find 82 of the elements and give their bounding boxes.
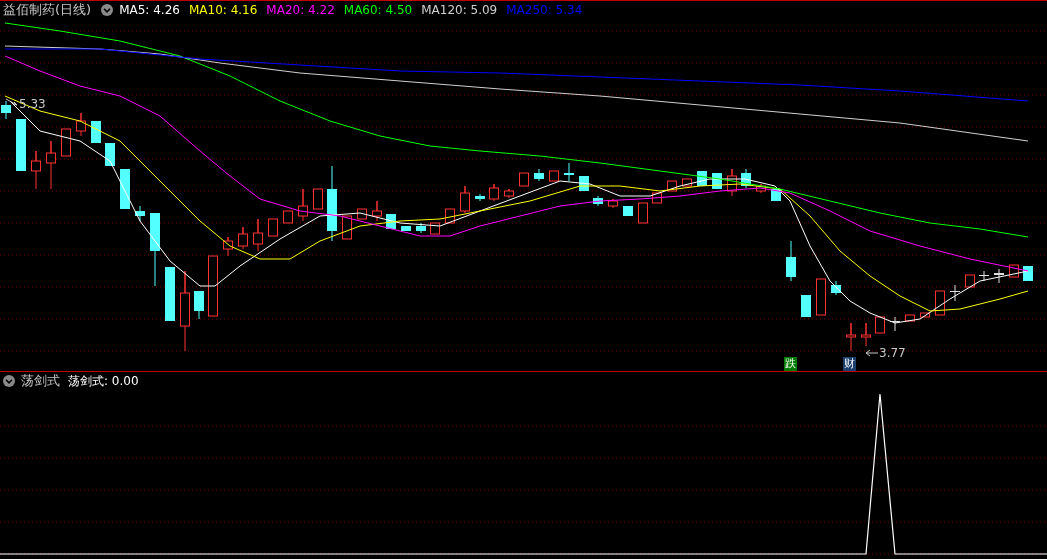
candlestick <box>298 188 308 222</box>
candlestick <box>861 322 871 347</box>
candlestick <box>950 284 960 302</box>
candlestick <box>593 195 603 207</box>
candlestick <box>1009 264 1019 278</box>
candlestick <box>61 128 71 157</box>
candlestick <box>475 193 485 202</box>
arrow-icon <box>865 349 879 357</box>
candlestick <box>401 225 411 232</box>
candlestick <box>623 205 633 217</box>
candlestick <box>608 198 618 209</box>
candlestick <box>238 226 248 250</box>
candlestick <box>357 208 367 220</box>
candlestick <box>460 185 470 214</box>
candlestick <box>801 294 811 318</box>
dropdown-icon[interactable] <box>3 375 15 387</box>
ma-legend-label: MA10: 4.16 <box>188 3 258 17</box>
candlestick <box>445 208 455 224</box>
candlestick <box>253 218 263 252</box>
candlestick <box>890 316 900 332</box>
candlestick <box>816 278 826 316</box>
stock-title: 益佰制药(日线) <box>3 1 92 19</box>
ma-legend-label: MA5: 4.26 <box>119 3 180 17</box>
indicator-value-label: 荡剑式: 0.00 <box>68 372 139 390</box>
ma-legend-label: MA20: 4.22 <box>266 3 335 17</box>
candlestick <box>120 168 130 210</box>
candlestick <box>135 205 145 222</box>
candlestick <box>504 188 514 199</box>
candlestick <box>1 100 11 120</box>
event-marker[interactable]: 跌 <box>784 357 797 371</box>
indicator-title: 荡剑式 <box>21 372 60 390</box>
candlestick <box>489 183 499 202</box>
low-price-label: 3.77 <box>879 346 906 360</box>
candlestick <box>682 178 692 187</box>
candlestick <box>652 192 662 204</box>
candlestick <box>16 118 26 172</box>
candlestick <box>342 215 352 240</box>
high-price-label: 5.33 <box>19 97 46 111</box>
candlestick <box>579 175 589 192</box>
candlestick <box>313 188 323 210</box>
candlestick <box>194 290 204 320</box>
candlestick <box>268 218 278 237</box>
candlestick <box>1023 265 1033 282</box>
ma-legend-label: MA120: 5.09 <box>421 3 498 17</box>
candlestick <box>935 290 945 316</box>
ma-legend-label: MA60: 4.50 <box>343 3 413 17</box>
candlestick <box>875 316 885 334</box>
candlestick <box>223 236 233 257</box>
candlestick <box>994 268 1004 284</box>
candlestick <box>46 140 56 190</box>
candlestick <box>519 172 529 187</box>
candlestick <box>979 270 989 282</box>
candlestick <box>638 202 648 224</box>
candlestick <box>165 266 175 322</box>
dropdown-icon[interactable] <box>101 4 114 16</box>
candlestick <box>372 200 382 222</box>
candlestick <box>965 274 975 288</box>
candlestick <box>208 255 218 317</box>
ma-legend-label: MA250: 5.34 <box>506 3 583 17</box>
candlestick <box>283 210 293 224</box>
candlestick <box>105 142 115 167</box>
candlestick <box>741 168 751 189</box>
candlestick <box>727 168 737 197</box>
candlestick <box>31 150 41 190</box>
candlestick <box>846 322 856 352</box>
candlestick <box>712 172 722 190</box>
candlestick <box>76 112 86 137</box>
candlestick <box>756 183 766 194</box>
candlestick <box>91 120 101 144</box>
event-marker[interactable]: 财 <box>843 357 856 371</box>
candlestick <box>534 168 544 182</box>
candlestick <box>416 222 426 234</box>
candlestick <box>430 222 440 235</box>
candlestick <box>771 188 781 202</box>
candlestick <box>564 162 574 182</box>
candlestick <box>786 240 796 282</box>
candlestick <box>549 170 559 182</box>
candlestick <box>386 213 396 230</box>
candlestick <box>831 280 841 296</box>
candlestick <box>667 180 677 192</box>
arrow-icon <box>5 98 18 106</box>
candlestick <box>697 170 707 187</box>
